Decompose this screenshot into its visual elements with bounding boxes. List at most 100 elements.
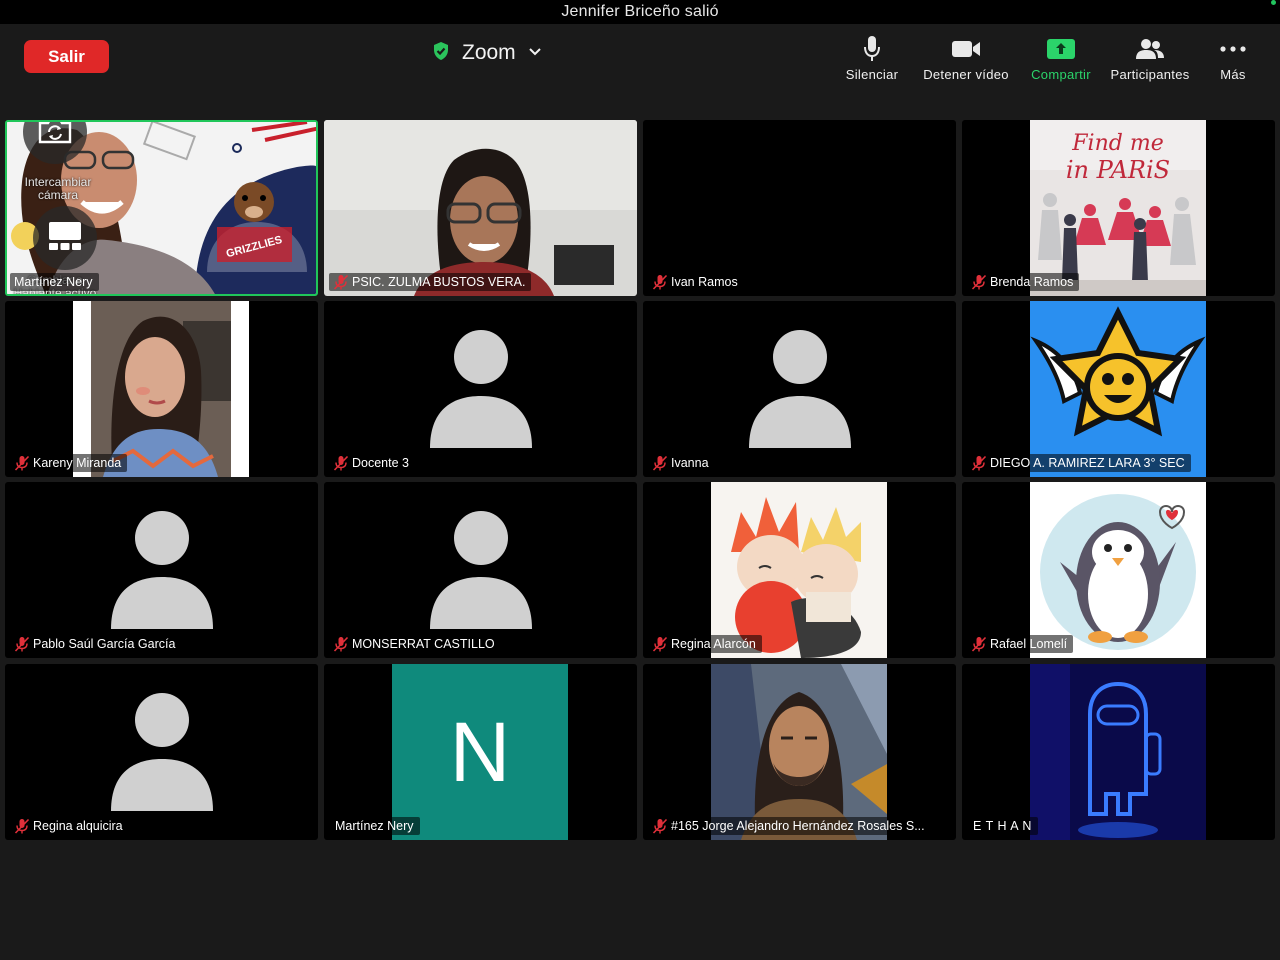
video-tile[interactable]: Docente 3 xyxy=(324,301,637,477)
participant-name: MONSERRAT CASTILLO xyxy=(352,637,495,651)
switch-to-speaker-view-button[interactable] xyxy=(33,206,97,270)
participant-nametag: DIEGO A. RAMIREZ LARA 3° SEC xyxy=(967,454,1191,472)
poster-title-line2: in PARiS xyxy=(1066,156,1170,184)
profile-picture xyxy=(1030,664,1206,840)
speaker-view-icon xyxy=(48,221,82,256)
profile-picture xyxy=(1030,301,1206,477)
profile-picture: Find me in PARiS xyxy=(1030,120,1206,296)
default-avatar-icon xyxy=(429,511,532,629)
microphone-muted-icon xyxy=(14,818,30,834)
microphone-muted-icon xyxy=(14,636,30,652)
participant-name: DIEGO A. RAMIREZ LARA 3° SEC xyxy=(990,456,1185,470)
video-tile[interactable]: E T H A N xyxy=(962,664,1275,840)
participant-nametag: Kareny Miranda xyxy=(10,454,128,472)
microphone-muted-icon xyxy=(14,455,30,471)
more-button[interactable]: Más xyxy=(1216,34,1250,82)
initial-avatar: N xyxy=(392,664,568,840)
profile-picture xyxy=(711,664,887,840)
poster-title-line1: Find me xyxy=(1071,131,1163,156)
video-tile[interactable]: MONSERRAT CASTILLO xyxy=(324,482,637,658)
microphone-muted-icon xyxy=(971,455,987,471)
participant-name: Kareny Miranda xyxy=(33,456,122,470)
toolbar: Salir Zoom Silenciar Detener vídeo Compa… xyxy=(0,24,1280,116)
microphone-muted-icon xyxy=(333,455,349,471)
participants-icon xyxy=(1135,34,1165,64)
video-tile[interactable]: Regina alquicira xyxy=(5,664,318,840)
profile-picture xyxy=(1030,482,1206,658)
participant-nametag: Pablo Saúl García García xyxy=(10,635,182,653)
participant-name: Regina Alarcón xyxy=(671,637,756,651)
share-button[interactable]: Compartir xyxy=(1029,34,1093,82)
participant-nametag: Ivan Ramos xyxy=(648,273,744,291)
share-screen-icon xyxy=(1046,34,1076,64)
participant-name: Rafael Lomelí xyxy=(990,637,1068,651)
mute-button[interactable]: Silenciar xyxy=(845,34,899,82)
microphone-muted-icon xyxy=(652,636,668,652)
video-tile[interactable]: PSIC. ZULMA BUSTOS VERA. xyxy=(324,120,637,296)
microphone-muted-icon xyxy=(333,274,349,290)
video-tile[interactable]: DIEGO A. RAMIREZ LARA 3° SEC xyxy=(962,301,1275,477)
video-tile[interactable]: Kareny Miranda xyxy=(5,301,318,477)
participant-name: Martínez Nery xyxy=(335,819,414,833)
video-camera-icon xyxy=(951,34,981,64)
video-tile[interactable]: Pablo Saúl García García xyxy=(5,482,318,658)
microphone-muted-icon xyxy=(652,455,668,471)
participant-nametag: Ivanna xyxy=(648,454,715,472)
avatar-initial: N xyxy=(449,704,511,799)
participant-nametag: Brenda Ramos xyxy=(967,273,1080,291)
chevron-down-icon xyxy=(528,44,542,62)
participant-nametag: #165 Jorge Alejandro Hernández Rosales S… xyxy=(648,817,931,835)
microphone-muted-icon xyxy=(652,818,668,834)
more-label: Más xyxy=(1220,67,1246,82)
video-tile[interactable]: Rafael Lomelí xyxy=(962,482,1275,658)
video-label: Detener vídeo xyxy=(923,67,1009,82)
participants-label: Participantes xyxy=(1110,67,1190,82)
microphone-muted-icon xyxy=(971,274,987,290)
switch-camera-label: Intercambiar cámara xyxy=(24,175,92,202)
meeting-name: Zoom xyxy=(462,41,516,64)
video-tile[interactable]: Regina Alarcón xyxy=(643,482,956,658)
video-tile[interactable]: Ivanna xyxy=(643,301,956,477)
meeting-info-button[interactable]: Zoom xyxy=(432,38,542,68)
notification-text: Jennifer Briceño salió xyxy=(561,3,719,20)
participant-name: E T H A N xyxy=(973,819,1032,833)
participant-name: Ivan Ramos xyxy=(671,275,738,289)
participant-nametag: Rafael Lomelí xyxy=(967,635,1074,653)
default-avatar-icon xyxy=(429,330,532,448)
participant-name: Regina alquicira xyxy=(33,819,123,833)
video-tile[interactable]: GRIZZLIES Intercambiar cámara Cambiar a … xyxy=(5,120,318,296)
participant-nametag: MONSERRAT CASTILLO xyxy=(329,635,501,653)
participant-name: Ivanna xyxy=(671,456,709,470)
default-avatar-icon xyxy=(748,330,851,448)
participant-name: Brenda Ramos xyxy=(990,275,1074,289)
participant-nametag: Docente 3 xyxy=(329,454,415,472)
stop-video-button[interactable]: Detener vídeo xyxy=(922,34,1010,82)
video-tile[interactable]: #165 Jorge Alejandro Hernández Rosales S… xyxy=(643,664,956,840)
microphone-muted-icon xyxy=(652,274,668,290)
status-dot xyxy=(1271,0,1276,5)
participant-nametag: Regina alquicira xyxy=(10,817,129,835)
video-tile[interactable]: Ivan Ramos xyxy=(643,120,956,296)
participant-nametag: E T H A N xyxy=(967,817,1038,835)
participant-name: Docente 3 xyxy=(352,456,409,470)
profile-picture xyxy=(73,301,249,477)
participant-nametag: Martínez Nery xyxy=(10,273,99,291)
default-avatar-icon xyxy=(110,511,213,629)
participant-nametag: PSIC. ZULMA BUSTOS VERA. xyxy=(329,273,532,291)
participant-nametag: Martínez Nery xyxy=(329,817,420,835)
participant-nametag: Regina Alarcón xyxy=(648,635,762,653)
participants-button[interactable]: Participantes xyxy=(1108,34,1192,82)
participant-name: #165 Jorge Alejandro Hernández Rosales S… xyxy=(671,819,925,833)
microphone-muted-icon xyxy=(333,636,349,652)
video-grid: GRIZZLIES Intercambiar cámara Cambiar a … xyxy=(5,120,1275,840)
camera-rotate-icon xyxy=(36,122,74,150)
microphone-muted-icon xyxy=(971,636,987,652)
microphone-icon xyxy=(863,34,881,64)
video-tile[interactable]: Find me in PARiS Brenda Ramos xyxy=(962,120,1275,296)
participant-name: PSIC. ZULMA BUSTOS VERA. xyxy=(352,275,526,289)
video-tile[interactable]: N Martínez Nery xyxy=(324,664,637,840)
more-dots-icon xyxy=(1219,34,1247,64)
notification-bar: Jennifer Briceño salió xyxy=(0,0,1280,24)
profile-picture xyxy=(711,482,887,658)
leave-button[interactable]: Salir xyxy=(24,40,109,73)
